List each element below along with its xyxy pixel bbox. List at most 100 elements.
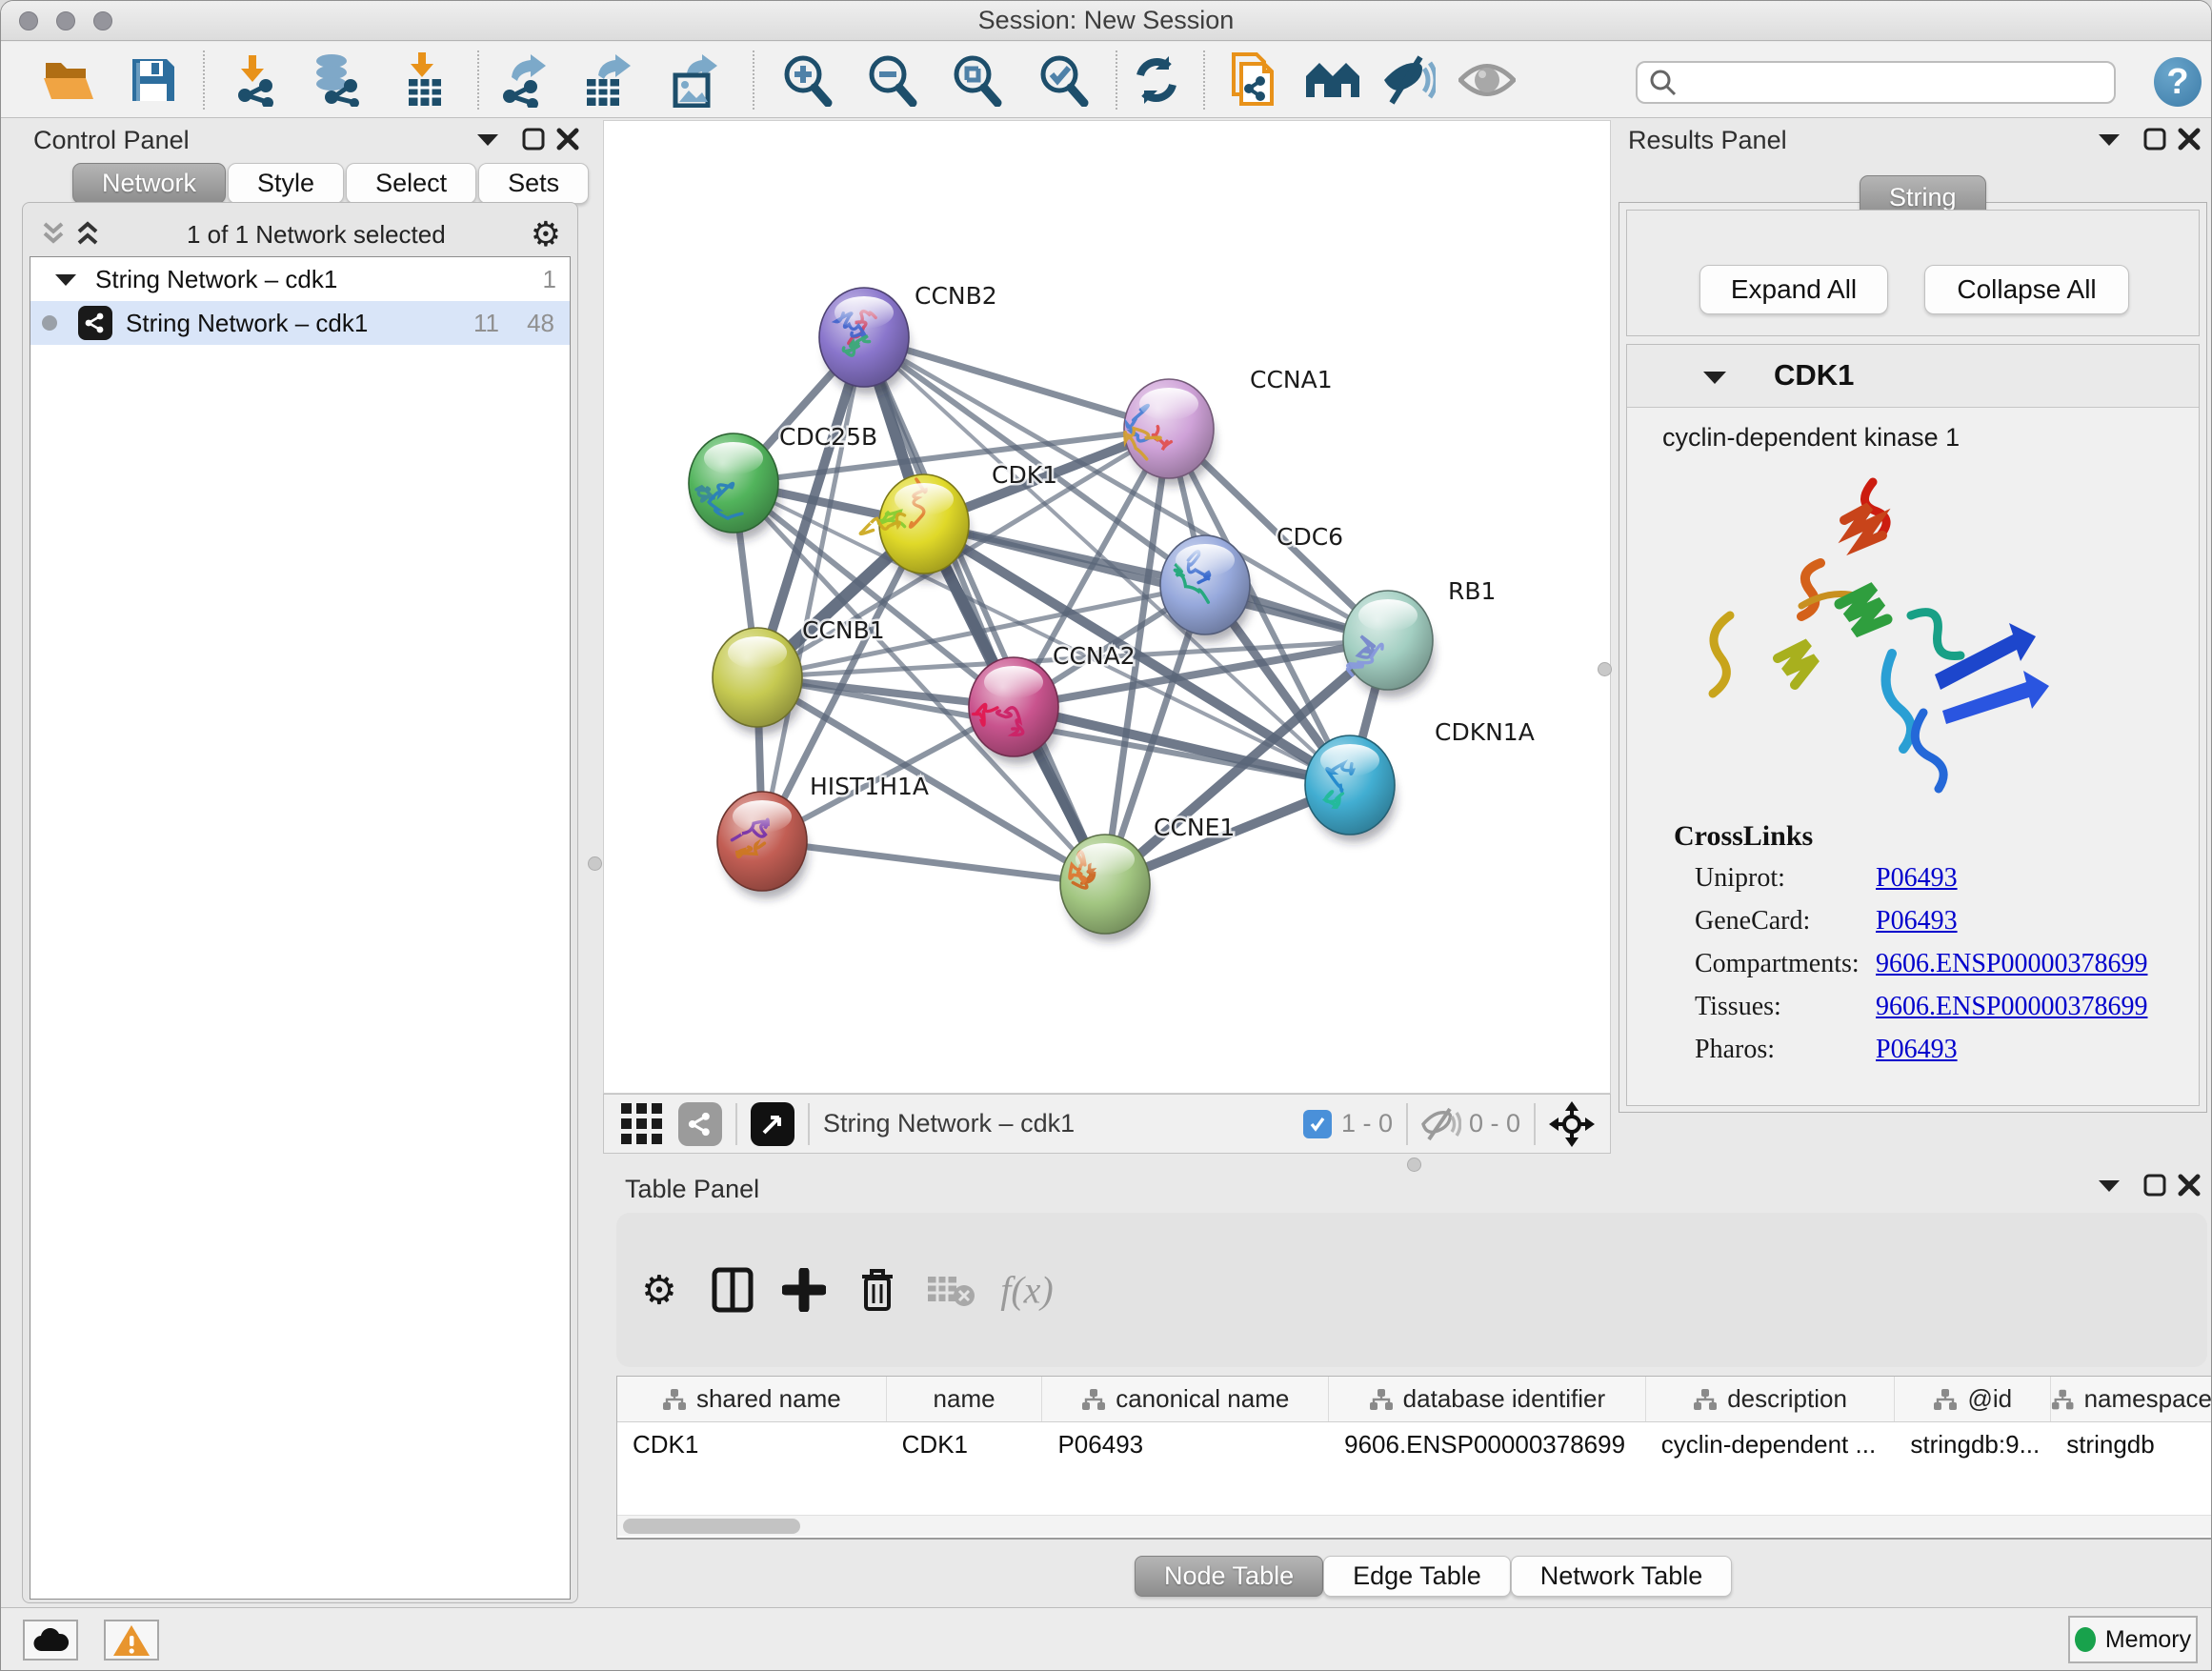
cloud-button[interactable] [23,1620,78,1661]
column-header-namespace[interactable]: namespace [2051,1377,2212,1421]
expand-all-icon[interactable] [73,220,102,249]
column-header-canonical-name[interactable]: canonical name [1042,1377,1329,1421]
warnings-button[interactable] [104,1620,159,1661]
network-node-cdkn1a[interactable]: CDKN1A [1305,718,1535,842]
close-window-button[interactable] [19,11,38,30]
right-splitter-handle[interactable] [1598,662,1612,676]
table-settings-gear-icon[interactable]: ⚙ [641,1267,677,1314]
table-panel-float-icon[interactable] [2142,1173,2167,1198]
network-collection-row[interactable]: String Network – cdk1 1 [30,257,570,301]
horizontal-splitter-handle[interactable] [1407,1158,1421,1172]
control-panel-close-icon[interactable] [555,127,580,151]
hide-selected-icon[interactable] [1382,55,1436,105]
network-node-ccne1[interactable]: CCNE1 [1060,814,1235,941]
hidden-eye-icon[interactable] [1421,1108,1461,1140]
grid-view-icon[interactable] [621,1103,663,1145]
export-image-icon[interactable] [668,52,721,108]
zoom-in-icon[interactable] [780,53,834,107]
table-panel-close-icon[interactable] [2177,1173,2202,1198]
help-icon[interactable]: ? [2154,57,2202,107]
network-node-ccna1[interactable]: CCNA1 [1124,366,1333,486]
export-table-icon[interactable] [581,52,634,108]
tree-expander-icon[interactable] [53,271,78,288]
results-panel-menu-icon[interactable] [2097,131,2122,148]
save-session-icon[interactable] [129,55,178,105]
birds-eye-view-icon[interactable] [751,1102,794,1146]
tab-network[interactable]: Network [72,163,226,204]
collapse-all-button[interactable]: Collapse All [1924,265,2129,314]
table-panel-menu-icon[interactable] [2097,1177,2122,1194]
tab-network-table[interactable]: Network Table [1511,1556,1733,1597]
column-header-database-identifier[interactable]: database identifier [1329,1377,1646,1421]
crosslink-genecard[interactable]: P06493 [1876,906,1958,949]
expand-all-button[interactable]: Expand All [1699,265,1888,314]
tab-node-table[interactable]: Node Table [1135,1556,1323,1597]
crosslink-compartments[interactable]: 9606.ENSP00000378699 [1876,949,2147,992]
tab-style[interactable]: Style [228,163,344,204]
pan-mode-icon[interactable] [1549,1101,1595,1147]
network-edge[interactable] [864,337,1169,429]
import-table-from-file-icon[interactable] [401,52,449,108]
control-panel-menu-icon[interactable] [475,131,500,148]
column-header-description[interactable]: description [1646,1377,1896,1421]
network-edge[interactable] [762,841,1105,884]
home-icon[interactable] [1304,59,1361,101]
copy-network-icon[interactable] [1228,52,1277,108]
import-network-from-database-icon[interactable] [309,53,364,107]
maximize-window-button[interactable] [93,11,112,30]
zoom-fit-content-icon[interactable] [950,53,1003,107]
export-network-icon[interactable] [498,52,552,108]
results-panel-float-icon[interactable] [2142,127,2167,151]
network-node-rb1[interactable]: RB1 [1343,577,1496,697]
network-node-count: 11 [473,309,499,338]
section-expander-icon[interactable] [1701,368,1728,386]
minimize-window-button[interactable] [56,11,75,30]
column-header-shared-name[interactable]: shared name [617,1377,887,1421]
gear-icon[interactable]: ⚙ [531,215,561,254]
left-splitter-handle[interactable] [588,856,602,871]
cell-id[interactable]: stringdb:9... [1895,1422,2051,1468]
crosslink-tissues[interactable]: 9606.ENSP00000378699 [1876,992,2147,1035]
function-builder-icon[interactable]: f(x) [1000,1268,1054,1313]
cell-canonical-name[interactable]: P06493 [1042,1422,1329,1468]
network-view-title: String Network – cdk1 [823,1109,1075,1138]
protein-structure-image [1678,463,2097,806]
cell-namespace[interactable]: stringdb [2051,1422,2212,1468]
split-column-icon[interactable] [712,1267,754,1313]
network-canvas[interactable]: CCNB2CCNA1CDC25BCDK1CDC6RB1CCNB1CCNA2CDK… [603,120,1611,1094]
cell-database-identifier[interactable]: 9606.ENSP00000378699 [1329,1422,1646,1468]
warning-icon [112,1624,151,1657]
column-header-id[interactable]: @id [1895,1377,2051,1421]
add-column-icon[interactable] [782,1268,826,1312]
control-panel-float-icon[interactable] [521,127,546,151]
collapse-all-icon[interactable] [39,220,68,249]
cell-name[interactable]: CDK1 [887,1422,1043,1468]
zoom-out-icon[interactable] [865,53,918,107]
import-network-from-file-icon[interactable] [228,53,281,107]
tab-select[interactable]: Select [346,163,476,204]
network-row[interactable]: String Network – cdk1 11 48 [30,301,570,345]
protein-section-header[interactable]: CDK1 [1627,345,2199,408]
tab-sets[interactable]: Sets [478,163,589,204]
crosslink-uniprot[interactable]: P06493 [1876,863,1958,906]
search-input[interactable] [1678,68,2087,97]
results-panel-close-icon[interactable] [2177,127,2202,151]
refresh-icon[interactable] [1131,54,1182,106]
cell-description[interactable]: cyclin-dependent ... [1646,1422,1896,1468]
network-node-hist1h1a[interactable]: HIST1H1A [717,773,929,898]
network-share-view-icon[interactable] [678,1102,722,1146]
delete-table-icon[interactable] [926,1271,975,1309]
open-session-icon[interactable] [42,55,95,105]
zoom-selected-icon[interactable] [1036,53,1090,107]
tab-edge-table[interactable]: Edge Table [1323,1556,1511,1597]
selected-checkbox-icon[interactable] [1303,1110,1332,1138]
column-header-name[interactable]: name [887,1377,1043,1421]
cell-shared-name[interactable]: CDK1 [617,1422,887,1468]
horizontal-scrollbar[interactable] [617,1515,2212,1536]
memory-button[interactable]: Memory [2068,1616,2198,1663]
scrollbar-thumb[interactable] [623,1519,800,1534]
node-table: shared name name canonical name database… [616,1376,2212,1540]
show-graphics-details-icon[interactable] [1458,60,1516,100]
delete-column-icon[interactable] [858,1267,896,1313]
crosslink-pharos[interactable]: P06493 [1876,1035,1958,1077]
